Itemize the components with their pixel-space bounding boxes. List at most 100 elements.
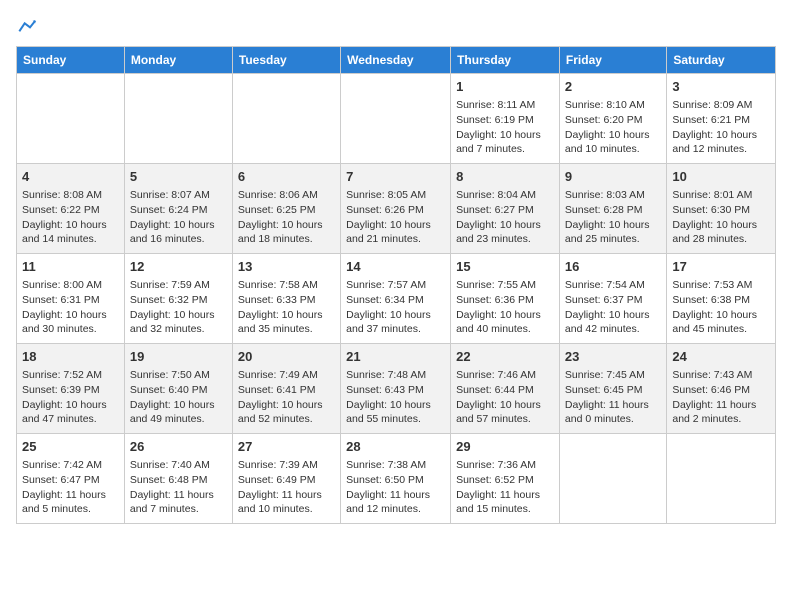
day-number: 15 [456,258,554,276]
sunset-text: Sunset: 6:34 PM [346,294,424,306]
sunrise-text: Sunrise: 7:42 AM [22,459,102,471]
sunrise-text: Sunrise: 8:11 AM [456,99,535,111]
calendar-cell: 7Sunrise: 8:05 AMSunset: 6:26 PMDaylight… [341,164,451,254]
day-number: 8 [456,168,554,186]
sunset-text: Sunset: 6:40 PM [130,384,208,396]
sunset-text: Sunset: 6:45 PM [565,384,643,396]
calendar-cell: 27Sunrise: 7:39 AMSunset: 6:49 PMDayligh… [232,434,340,524]
day-number: 11 [22,258,119,276]
daylight-text: Daylight: 10 hours and 25 minutes. [565,219,650,246]
sunrise-text: Sunrise: 8:09 AM [672,99,752,111]
daylight-text: Daylight: 10 hours and 52 minutes. [238,399,323,426]
col-header-tuesday: Tuesday [232,47,340,74]
daylight-text: Daylight: 11 hours and 5 minutes. [22,489,106,516]
daylight-text: Daylight: 10 hours and 10 minutes. [565,129,650,156]
calendar-cell: 23Sunrise: 7:45 AMSunset: 6:45 PMDayligh… [559,344,666,434]
daylight-text: Daylight: 10 hours and 49 minutes. [130,399,215,426]
sunrise-text: Sunrise: 7:53 AM [672,279,752,291]
day-number: 4 [22,168,119,186]
col-header-sunday: Sunday [17,47,125,74]
day-number: 19 [130,348,227,366]
sunrise-text: Sunrise: 8:05 AM [346,189,426,201]
sunrise-text: Sunrise: 8:07 AM [130,189,210,201]
daylight-text: Daylight: 10 hours and 57 minutes. [456,399,541,426]
daylight-text: Daylight: 10 hours and 16 minutes. [130,219,215,246]
daylight-text: Daylight: 11 hours and 12 minutes. [346,489,430,516]
daylight-text: Daylight: 10 hours and 45 minutes. [672,309,757,336]
calendar-cell: 5Sunrise: 8:07 AMSunset: 6:24 PMDaylight… [124,164,232,254]
calendar-cell: 10Sunrise: 8:01 AMSunset: 6:30 PMDayligh… [667,164,776,254]
calendar-cell: 12Sunrise: 7:59 AMSunset: 6:32 PMDayligh… [124,254,232,344]
sunset-text: Sunset: 6:38 PM [672,294,750,306]
calendar-cell: 3Sunrise: 8:09 AMSunset: 6:21 PMDaylight… [667,74,776,164]
sunrise-text: Sunrise: 7:59 AM [130,279,210,291]
day-number: 21 [346,348,445,366]
calendar-week-row: 11Sunrise: 8:00 AMSunset: 6:31 PMDayligh… [17,254,776,344]
day-number: 20 [238,348,335,366]
daylight-text: Daylight: 11 hours and 0 minutes. [565,399,649,426]
calendar-cell: 1Sunrise: 8:11 AMSunset: 6:19 PMDaylight… [451,74,560,164]
sunset-text: Sunset: 6:30 PM [672,204,750,216]
calendar-cell: 26 Sunrise: 7:40 AM Sunset: 6:48 PM Dayligh… [124,434,232,524]
daylight-text: Daylight: 10 hours and 47 minutes. [22,399,107,426]
daylight-text: Daylight: 11 hours and 7 minutes. [130,489,214,516]
sunrise-text: Sunrise: 8:01 AM [672,189,752,201]
calendar-cell: 8Sunrise: 8:04 AMSunset: 6:27 PMDaylight… [451,164,560,254]
sunrise-text: Sunrise: 8:08 AM [22,189,102,201]
sunset-text: Sunset: 6:26 PM [346,204,424,216]
day-number: 28 [346,438,445,456]
calendar-cell [124,74,232,164]
calendar-cell: 29Sunrise: 7:36 AMSunset: 6:52 PMDayligh… [451,434,560,524]
col-header-thursday: Thursday [451,47,560,74]
sunset-text: Sunset: 6:21 PM [672,114,750,126]
daylight-text: Daylight: 10 hours and 32 minutes. [130,309,215,336]
daylight-text: Daylight: 10 hours and 23 minutes. [456,219,541,246]
page-header [16,16,776,36]
day-number: 5 [130,168,227,186]
daylight-text: Daylight: 10 hours and 30 minutes. [22,309,107,336]
sunrise-text: Sunrise: 7:49 AM [238,369,318,381]
sunset-text: Sunset: 6:43 PM [346,384,424,396]
sunset-text: Sunset: 6:49 PM [238,474,316,486]
sunset-text: Sunset: 6:50 PM [346,474,424,486]
day-number: 13 [238,258,335,276]
calendar-cell: 15Sunrise: 7:55 AMSunset: 6:36 PMDayligh… [451,254,560,344]
calendar-cell: 6Sunrise: 8:06 AMSunset: 6:25 PMDaylight… [232,164,340,254]
sunset-text: Sunset: 6:48 PM [130,474,208,486]
sunrise-text: Sunrise: 7:40 AM [130,459,210,471]
sunset-text: Sunset: 6:25 PM [238,204,316,216]
calendar-cell: 9Sunrise: 8:03 AMSunset: 6:28 PMDaylight… [559,164,666,254]
calendar-week-row: 4 Sunrise: 8:08 AM Sunset: 6:22 PM Daylight… [17,164,776,254]
daylight-text: Daylight: 10 hours and 18 minutes. [238,219,323,246]
day-number: 9 [565,168,661,186]
col-header-friday: Friday [559,47,666,74]
calendar-cell: 16Sunrise: 7:54 AMSunset: 6:37 PMDayligh… [559,254,666,344]
daylight-text: Daylight: 11 hours and 15 minutes. [456,489,540,516]
daylight-text: Daylight: 10 hours and 7 minutes. [456,129,541,156]
col-header-wednesday: Wednesday [341,47,451,74]
calendar-cell: 2Sunrise: 8:10 AMSunset: 6:20 PMDaylight… [559,74,666,164]
sunrise-text: Sunrise: 7:43 AM [672,369,752,381]
daylight-text: Daylight: 11 hours and 10 minutes. [238,489,322,516]
day-number: 14 [346,258,445,276]
day-number: 23 [565,348,661,366]
calendar-cell [667,434,776,524]
sunrise-text: Sunrise: 8:03 AM [565,189,645,201]
sunset-text: Sunset: 6:46 PM [672,384,750,396]
day-number: 2 [565,78,661,96]
day-number: 22 [456,348,554,366]
day-number: 26 [130,438,227,456]
calendar-cell: 20Sunrise: 7:49 AMSunset: 6:41 PMDayligh… [232,344,340,434]
day-number: 1 [456,78,554,96]
sunset-text: Sunset: 6:22 PM [22,204,100,216]
day-number: 6 [238,168,335,186]
sunset-text: Sunset: 6:52 PM [456,474,534,486]
logo [16,16,38,36]
sunrise-text: Sunrise: 8:00 AM [22,279,102,291]
daylight-text: Daylight: 10 hours and 55 minutes. [346,399,431,426]
col-header-saturday: Saturday [667,47,776,74]
day-number: 17 [672,258,770,276]
daylight-text: Daylight: 10 hours and 12 minutes. [672,129,757,156]
calendar-header-row: SundayMondayTuesdayWednesdayThursdayFrid… [17,47,776,74]
logo-icon [18,16,38,36]
